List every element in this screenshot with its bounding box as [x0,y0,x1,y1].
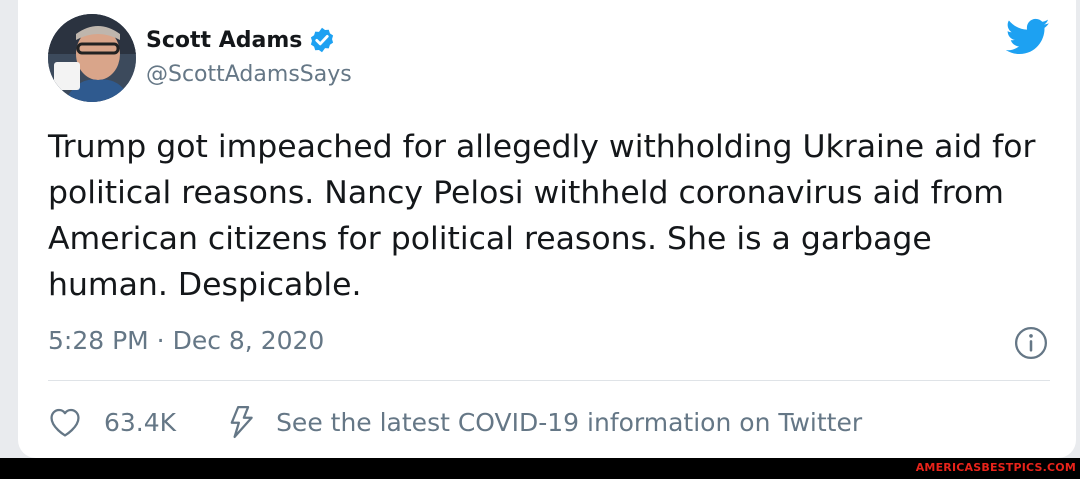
tweet-card: Scott Adams @ScottAdamsSays Trump got im… [18,0,1076,458]
watermark-text: AMERICASBESTPICS.COM [915,461,1076,474]
covid-info-link[interactable]: See the latest COVID-19 information on T… [276,408,862,437]
info-icon[interactable] [1014,326,1048,360]
tweet-actions: 63.4K See the latest COVID-19 informatio… [48,400,862,444]
verified-badge-icon [311,27,334,53]
tweet-timestamp[interactable]: 5:28 PM · Dec 8, 2020 [48,326,324,355]
author-name: Scott Adams [146,27,303,53]
author-handle[interactable]: @ScottAdamsSays [146,62,352,87]
author-name-row[interactable]: Scott Adams [146,26,336,54]
lightning-bolt-icon [230,405,253,439]
like-count[interactable]: 63.4K [104,408,176,437]
avatar[interactable] [48,14,136,102]
tweet-text: Trump got impeached for allegedly withho… [48,129,1036,303]
footer-bar: AMERICASBESTPICS.COM [0,458,1080,479]
divider [48,380,1050,381]
heart-icon[interactable] [48,406,82,438]
twitter-bird-icon[interactable] [1006,18,1050,56]
avatar-photo [48,14,136,102]
